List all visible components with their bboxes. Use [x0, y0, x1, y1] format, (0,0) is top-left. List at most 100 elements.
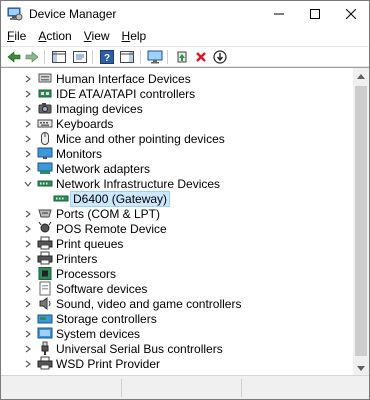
tree-item-ide-ata-atapi-controllers[interactable]: IDE ATA/ATAPI controllers	[1, 86, 353, 101]
tree-item-storage-controllers[interactable]: Storage controllers	[1, 311, 353, 326]
tree-item-label: Network adapters	[56, 162, 151, 176]
status-separator	[121, 379, 122, 397]
tree-item-sound-video-game-controllers[interactable]: Sound, video and game controllers	[1, 296, 353, 311]
properties-icon	[72, 51, 87, 63]
port-icon	[38, 209, 52, 218]
help-icon: ?	[99, 50, 114, 64]
printer-icon	[37, 251, 53, 265]
chevron-down-icon[interactable]	[23, 179, 32, 188]
tree-item-pos-remote-device[interactable]: POS Remote Device	[1, 221, 353, 236]
tree-item-processors[interactable]: Processors	[1, 266, 353, 281]
action-pane-icon	[119, 51, 134, 63]
ide-controller-icon	[38, 89, 52, 98]
tree-item-label: Universal Serial Bus controllers	[56, 342, 223, 356]
keyboard-icon	[37, 119, 53, 128]
tree-item-system-devices[interactable]: System devices	[1, 326, 353, 341]
menu-view[interactable]: View	[78, 27, 116, 46]
selected-device-label: D6400 (Gateway)	[70, 191, 171, 207]
network-adapter-icon	[37, 162, 53, 174]
chevron-right-icon[interactable]	[23, 149, 32, 158]
menu-help[interactable]: Help	[116, 27, 153, 46]
properties-button[interactable]	[71, 49, 88, 65]
chevron-right-icon[interactable]	[23, 359, 32, 368]
pos-device-icon	[38, 221, 52, 233]
maximize-icon	[310, 9, 320, 19]
status-bar	[1, 375, 369, 399]
vertical-scrollbar[interactable]	[353, 68, 369, 376]
monitor-button[interactable]	[146, 49, 163, 65]
processor-icon	[38, 267, 52, 280]
device-tree[interactable]: Human Interface Devices IDE ATA/ATAPI co…	[1, 68, 353, 376]
menu-bar: File Action View Help	[1, 27, 369, 46]
chevron-right-icon[interactable]	[23, 164, 32, 173]
minimize-button[interactable]	[261, 1, 297, 27]
chevron-right-icon[interactable]	[23, 104, 32, 113]
tree-item-imaging-devices[interactable]: Imaging devices	[1, 101, 353, 116]
scroll-down-button[interactable]	[353, 360, 369, 376]
chevron-right-icon[interactable]	[23, 254, 32, 263]
title-bar[interactable]: Device Manager	[1, 1, 369, 27]
tree-item-mice-and-other-pointing-devices[interactable]: Mice and other pointing devices	[1, 131, 353, 146]
tree-item-label: Software devices	[56, 282, 148, 296]
tree-item-keyboards[interactable]: Keyboards	[1, 116, 353, 131]
tree-item-label: Print queues	[56, 237, 124, 251]
chevron-right-icon[interactable]	[23, 329, 32, 338]
status-separator	[241, 379, 242, 397]
tree-item-monitors[interactable]: Monitors	[1, 146, 353, 161]
uninstall-button[interactable]	[192, 49, 209, 65]
toolbar-separator	[92, 50, 93, 64]
device-tree-pane: Human Interface Devices IDE ATA/ATAPI co…	[1, 67, 369, 376]
chevron-right-icon[interactable]	[23, 239, 32, 248]
minimize-icon	[274, 13, 284, 15]
chevron-right-icon[interactable]	[23, 209, 32, 218]
maximize-button[interactable]	[297, 1, 333, 27]
chevron-right-icon[interactable]	[23, 299, 32, 308]
speaker-icon	[39, 297, 51, 310]
menu-action[interactable]: Action	[32, 27, 77, 46]
action-pane-button[interactable]	[118, 49, 135, 65]
system-device-icon	[37, 327, 53, 339]
forward-button[interactable]	[23, 49, 40, 65]
tree-item-label: Ports (COM & LPT)	[56, 207, 161, 221]
device-manager-window: Device Manager File Action View Help ? H…	[0, 0, 370, 400]
scan-hardware-icon	[212, 50, 227, 64]
chevron-right-icon[interactable]	[23, 134, 32, 143]
tree-item-universal-serial-bus-controllers[interactable]: Universal Serial Bus controllers	[1, 341, 353, 356]
tree-item-printers[interactable]: Printers	[1, 251, 353, 266]
chevron-right-icon[interactable]	[23, 269, 32, 278]
tree-item-d6400-gateway[interactable]: D6400 (Gateway)	[1, 191, 353, 207]
toolbar-separator	[167, 50, 168, 64]
storage-controller-icon	[37, 314, 53, 324]
tree-item-wsd-print-provider[interactable]: WSD Print Provider	[1, 356, 353, 371]
chevron-right-icon[interactable]	[23, 224, 32, 233]
update-driver-button[interactable]	[173, 49, 190, 65]
tree-item-label: Printers	[56, 252, 98, 266]
scrollbar-thumb[interactable]	[355, 86, 367, 356]
back-button[interactable]	[5, 49, 22, 65]
tree-item-ports[interactable]: Ports (COM & LPT)	[1, 206, 353, 221]
scan-hardware-button[interactable]	[211, 49, 228, 65]
chevron-right-icon[interactable]	[23, 314, 32, 323]
window-title: Device Manager	[29, 7, 117, 21]
toolbar-separator	[140, 50, 141, 64]
close-button[interactable]	[333, 1, 369, 27]
chevron-right-icon[interactable]	[23, 119, 32, 128]
tree-item-network-adapters[interactable]: Network adapters	[1, 161, 353, 176]
chevron-right-icon[interactable]	[23, 284, 32, 293]
tree-item-label: IDE ATA/ATAPI controllers	[56, 87, 196, 101]
scroll-up-button[interactable]	[353, 68, 369, 84]
console-tree-button[interactable]	[50, 49, 67, 65]
tree-item-label: Imaging devices	[56, 102, 143, 116]
tree-item-print-queues[interactable]: Print queues	[1, 236, 353, 251]
tree-item-human-interface-devices[interactable]: Human Interface Devices	[1, 71, 353, 86]
help-button[interactable]: ?	[98, 49, 115, 65]
chevron-right-icon[interactable]	[23, 89, 32, 98]
tree-item-software-devices[interactable]: Software devices	[1, 281, 353, 296]
chevron-right-icon[interactable]	[23, 344, 32, 353]
device-manager-app-icon	[7, 7, 23, 21]
chevron-right-icon[interactable]	[23, 74, 32, 83]
hid-icon	[38, 73, 52, 83]
tree-item-network-infrastructure-devices[interactable]: Network Infrastructure Devices	[1, 176, 353, 191]
menu-file[interactable]: File	[1, 27, 32, 46]
tree-item-label: System devices	[56, 327, 141, 341]
